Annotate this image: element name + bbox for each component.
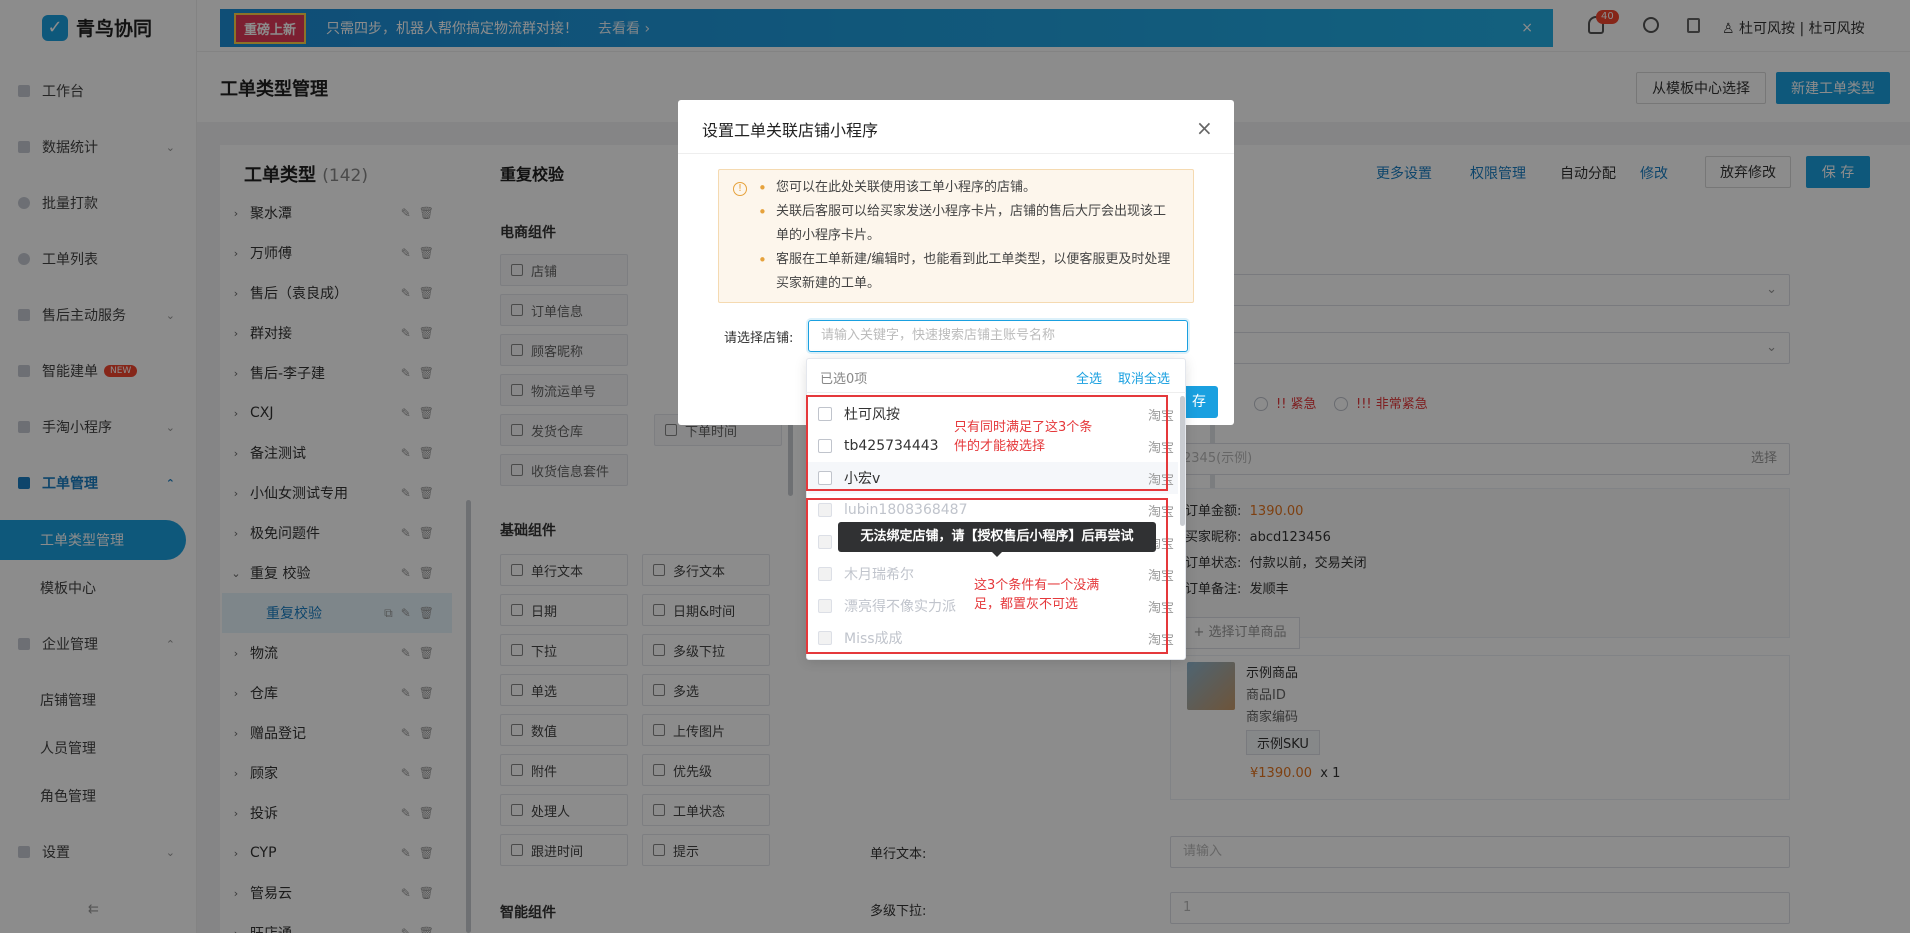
notice-item: 客服在工单新建/编辑时，也能看到此工单类型，以便客服更及时处理买家新建的工单。 [758,248,1176,296]
dropdown-divider [806,392,1186,393]
deselect-all-link[interactable]: 取消全选 [1118,368,1170,387]
dropdown-scrollbar[interactable] [1180,396,1185,526]
tooltip-arrow [991,551,1003,557]
notice-item: 您可以在此处关联使用该工单小程序的店铺。 [758,176,1176,200]
disabled-note: 这3个条件有一个没满足，都置灰不可选 [974,578,1100,612]
store-search-input[interactable]: 请输入关键字，快速搜索店铺主账号名称 [808,320,1188,352]
modal-title: 设置工单关联店铺小程序 [702,121,879,140]
store-label: 请选择店铺: [724,331,794,346]
close-icon[interactable]: × [1196,116,1213,140]
select-all-link[interactable]: 全选 [1076,368,1102,387]
selected-count: 已选0项 [820,372,868,387]
enabled-note: 只有同时满足了这3个条件的才能被选择 [954,420,1093,454]
modal-divider [678,153,1234,154]
notice-item: 关联后客服可以给买家发送小程序卡片，店铺的售后大厅会出现该工单的小程序卡片。 [758,200,1176,248]
disabled-tooltip: 无法绑定店铺，请【授权售后小程序】后再尝试 [838,522,1156,552]
info-icon: ! [733,182,747,196]
